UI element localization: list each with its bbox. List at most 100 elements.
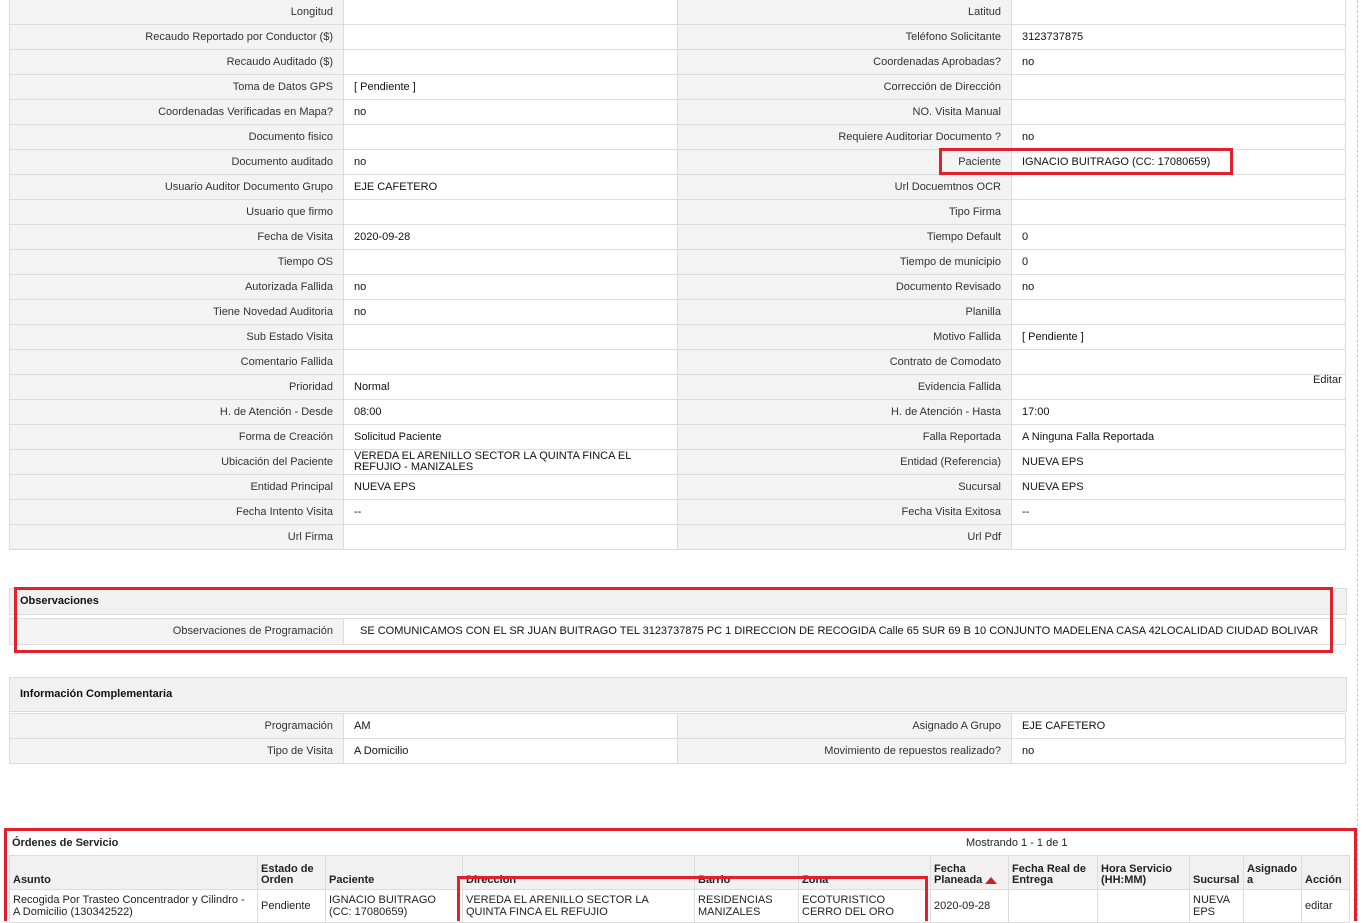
field-value (1011, 299, 1346, 325)
field-value (343, 199, 678, 225)
order-hora (1097, 889, 1190, 923)
col-accion: Acción (1301, 855, 1350, 890)
field-label: Url Docuemtnos OCR (677, 174, 1012, 200)
field-value (1011, 199, 1346, 225)
detail-row: Autorizada Fallida no Documento Revisado … (9, 274, 1346, 300)
detail-row: Ubicación del Paciente VEREDA EL ARENILLO… (9, 449, 1346, 475)
detail-row: Programación AM Asignado A Grupo EJE CAFETE… (9, 713, 1346, 739)
detail-row: Prioridad Normal Evidencia Fallida (9, 374, 1346, 400)
col-asunto[interactable]: Asunto (9, 855, 258, 890)
observaciones-title: Observaciones (9, 588, 1347, 615)
complementaria-title: Información Complementaria (9, 677, 1347, 712)
field-value: AM (343, 713, 678, 739)
detail-row: Tipo de Visita A Domicilio Movimiento de r… (9, 738, 1346, 764)
col-barrio[interactable]: Barrio (694, 855, 799, 890)
field-label: Latitud (677, 0, 1012, 25)
order-asunto: Recogida Por Trasteo Concentrador y Cili… (9, 889, 258, 923)
observaciones-table: Observaciones de Programación SE COMUNIC… (9, 618, 1346, 645)
field-label: Tiene Novedad Auditoria (9, 299, 344, 325)
col-zona[interactable]: Zona (798, 855, 931, 890)
field-value (1011, 99, 1346, 125)
detail-row: Tiene Novedad Auditoria no Planilla (9, 299, 1346, 325)
field-label: Documento fisico (9, 124, 344, 150)
field-value (1011, 174, 1346, 200)
orders-table: Asunto Estado de Orden Paciente Direccio… (9, 855, 1350, 923)
field-label: Movimiento de repuestos realizado? (677, 738, 1012, 764)
field-value (343, 249, 678, 275)
col-sucursal[interactable]: Sucursal (1189, 855, 1244, 890)
observaciones-row: Observaciones de Programación SE COMUNIC… (9, 618, 1346, 645)
field-label: Entidad Principal (9, 474, 344, 500)
field-label: Autorizada Fallida (9, 274, 344, 300)
field-label: Recaudo Reportado por Conductor ($) (9, 24, 344, 50)
field-label: Fecha Visita Exitosa (677, 499, 1012, 525)
field-value: A Ninguna Falla Reportada (1011, 424, 1346, 450)
field-label: Toma de Datos GPS (9, 74, 344, 100)
field-value (343, 24, 678, 50)
editar-link[interactable]: Editar (1313, 374, 1342, 386)
order-direccion: VEREDA EL ARENILLO SECTOR LA QUINTA FINC… (462, 889, 695, 923)
col-fecha-real[interactable]: Fecha Real de Entrega (1008, 855, 1098, 890)
col-direccion[interactable]: Direccion (462, 855, 695, 890)
detail-row: Recaudo Auditado ($) Coordenadas Aprobada… (9, 49, 1346, 75)
field-label: Fecha de Visita (9, 224, 344, 250)
field-value: VEREDA EL ARENILLO SECTOR LA QUINTA FINC… (343, 449, 678, 475)
field-label: Entidad (Referencia) (677, 449, 1012, 475)
field-label: Motivo Fallida (677, 324, 1012, 350)
field-value (1011, 0, 1346, 25)
detail-row: Entidad Principal NUEVA EPS Sucursal NUEVA … (9, 474, 1346, 500)
field-value: 0 (1011, 224, 1346, 250)
field-value (1011, 349, 1346, 375)
field-label: Coordenadas Aprobadas? (677, 49, 1012, 75)
field-value: 17:00 (1011, 399, 1346, 425)
field-label: Url Firma (9, 524, 344, 550)
field-value: NUEVA EPS (343, 474, 678, 500)
field-value: Solicitud Paciente (343, 424, 678, 450)
field-value: NUEVA EPS (1011, 474, 1346, 500)
field-label: Asignado A Grupo (677, 713, 1012, 739)
field-value (1011, 374, 1346, 400)
field-label: Sub Estado Visita (9, 324, 344, 350)
detail-row: Documento auditado no Paciente IGNACIO BUI… (9, 149, 1346, 175)
field-label: Tipo Firma (677, 199, 1012, 225)
order-editar-link[interactable]: editar (1301, 889, 1350, 923)
col-fecha-planeada[interactable]: Fecha Planeada (930, 855, 1009, 890)
order-paciente: IGNACIO BUITRAGO (CC: 17080659) (325, 889, 463, 923)
field-label: Usuario que firmo (9, 199, 344, 225)
field-label: Planilla (677, 299, 1012, 325)
order-fecha-real (1008, 889, 1098, 923)
field-label: Prioridad (9, 374, 344, 400)
table-row: Recogida Por Trasteo Concentrador y Cili… (9, 889, 1350, 923)
field-label: Tiempo de municipio (677, 249, 1012, 275)
field-value: no (1011, 274, 1346, 300)
col-estado[interactable]: Estado de Orden (257, 855, 326, 890)
field-value (343, 49, 678, 75)
field-label: Falla Reportada (677, 424, 1012, 450)
detail-row: Toma de Datos GPS[ Pendiente ] Corrección… (9, 74, 1346, 100)
field-label: Documento auditado (9, 149, 344, 175)
orders-count: Mostrando 1 - 1 de 1 (966, 837, 1068, 849)
field-value (343, 0, 678, 25)
field-value (343, 124, 678, 150)
col-hora[interactable]: Hora Servicio (HH:MM) (1097, 855, 1190, 890)
detail-row: Usuario que firmo Tipo Firma (9, 199, 1346, 225)
col-asignado[interactable]: Asignado a (1243, 855, 1302, 890)
field-value: 08:00 (343, 399, 678, 425)
page-scroll-edge (1357, 0, 1358, 921)
observaciones-label: Observaciones de Programación (9, 618, 344, 645)
detail-row: Recaudo Reportado por Conductor ($) Teléf… (9, 24, 1346, 50)
field-value: -- (343, 499, 678, 525)
field-label: Corrección de Dirección (677, 74, 1012, 100)
detail-row: H. de Atención - Desde 08:00 H. de Atenció… (9, 399, 1346, 425)
field-value (1011, 74, 1346, 100)
detail-row: Comentario Fallida Contrato de Comodato (9, 349, 1346, 375)
complementaria-table: Programación AM Asignado A Grupo EJE CAFETE… (9, 713, 1346, 764)
field-value (343, 324, 678, 350)
field-value: 0 (1011, 249, 1346, 275)
field-value: no (343, 149, 678, 175)
field-value: [ Pendiente ] (343, 74, 678, 100)
col-paciente[interactable]: Paciente (325, 855, 463, 890)
col-fecha-planeada-label: Fecha Planeada (934, 863, 983, 886)
order-estado: Pendiente (257, 889, 326, 923)
sort-ascending-icon[interactable] (985, 876, 998, 884)
